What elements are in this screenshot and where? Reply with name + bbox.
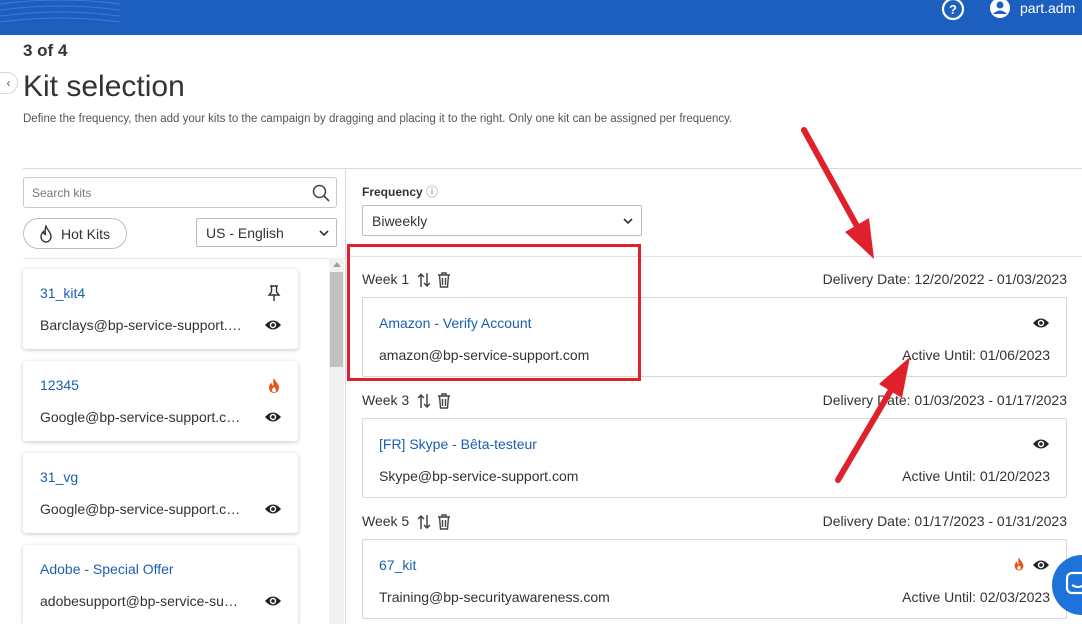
kit-card[interactable]: Adobe - Special Offer adobesupport@bp-se… — [23, 545, 298, 624]
frequency-label-text: Frequency — [362, 185, 423, 199]
assigned-kit-card[interactable]: [FR] Skype - Bêta-testeur Skype@bp-servi… — [362, 418, 1067, 498]
kit-email: adobesupport@bp-service-support.com — [40, 593, 245, 609]
search-kits-field[interactable]: Search kits — [23, 177, 337, 208]
panel-divider — [345, 169, 346, 624]
chevron-down-icon — [623, 218, 633, 225]
active-until: Active Until: 02/03/2023 — [902, 589, 1050, 605]
frequency-label: Frequency ⓘ — [362, 183, 438, 200]
chevron-down-icon — [319, 230, 329, 237]
language-selected: US - English — [206, 225, 284, 241]
active-until: Active Until: 01/20/2023 — [902, 468, 1050, 484]
eye-icon[interactable] — [1032, 316, 1050, 330]
frequency-select[interactable]: Biweekly — [362, 205, 642, 236]
kit-card[interactable]: 31_kit4 Barclays@bp-service-support.com — [23, 269, 298, 349]
page-description: Define the frequency, then add your kits… — [23, 113, 733, 125]
info-icon[interactable]: ⓘ — [426, 185, 438, 199]
header-decoration — [0, 0, 120, 23]
collapse-sidebar-button[interactable]: ‹ — [0, 72, 18, 94]
trash-icon[interactable] — [437, 514, 451, 530]
kit-name[interactable]: Adobe - Special Offer — [40, 561, 174, 577]
search-placeholder: Search kits — [32, 186, 92, 200]
eye-icon[interactable] — [1032, 437, 1050, 451]
week-header: Week 3 — [362, 392, 450, 409]
hot-kits-button[interactable]: Hot Kits — [23, 218, 127, 249]
active-until: Active Until: 01/06/2023 — [902, 347, 1050, 363]
help-circle-icon[interactable]: ? — [941, 0, 965, 24]
highlight-box — [347, 244, 641, 381]
week-header: Week 5 — [362, 513, 450, 530]
kit-name[interactable]: 31_vg — [40, 469, 78, 485]
kit-email: Google@bp-service-support.com — [40, 409, 245, 425]
kit-email: Training@bp-securityawareness.com — [379, 589, 610, 605]
kit-email: Google@bp-service-support.com — [40, 501, 245, 517]
scroll-up-arrow-icon[interactable] — [333, 262, 341, 267]
kit-card[interactable]: 12345 Google@bp-service-support.com — [23, 361, 298, 441]
eye-icon[interactable] — [264, 410, 282, 424]
eye-icon[interactable] — [264, 502, 282, 516]
week-label: Week 3 — [362, 392, 410, 408]
delivery-date: Delivery Date: 01/17/2023 - 01/31/2023 — [822, 513, 1067, 529]
step-indicator: 3 of 4 — [23, 41, 68, 60]
pin-icon[interactable] — [266, 284, 282, 302]
kit-email: Barclays@bp-service-support.com — [40, 317, 245, 333]
language-select[interactable]: US - English — [196, 218, 337, 247]
delivery-date: Delivery Date: 12/20/2022 - 01/03/2023 — [822, 271, 1067, 287]
kit-name[interactable]: 67_kit — [379, 557, 416, 573]
frequency-selected: Biweekly — [372, 213, 428, 229]
page-title: Kit selection — [23, 70, 185, 103]
kit-name[interactable]: 31_kit4 — [40, 285, 85, 301]
chat-icon — [1065, 571, 1082, 595]
annotation-arrow — [801, 127, 874, 259]
kit-name[interactable]: [FR] Skype - Bêta-testeur — [379, 436, 537, 452]
delivery-date: Delivery Date: 01/03/2023 - 01/17/2023 — [822, 392, 1067, 408]
scrollbar-thumb[interactable] — [330, 272, 343, 367]
fire-icon — [1014, 557, 1024, 571]
kit-email: Skype@bp-service-support.com — [379, 468, 579, 484]
top-bar: ? part.adm — [0, 0, 1082, 35]
week-label: Week 5 — [362, 513, 410, 529]
kit-card[interactable]: 31_vg Google@bp-service-support.com — [23, 453, 298, 533]
trash-icon[interactable] — [437, 393, 451, 409]
kit-name[interactable]: 12345 — [40, 377, 79, 393]
assigned-kit-card[interactable]: 67_kit Training@bp-securityawareness.com… — [362, 539, 1067, 619]
svg-text:?: ? — [949, 2, 957, 17]
eye-icon[interactable] — [264, 318, 282, 332]
divider — [23, 168, 1082, 169]
sort-icon[interactable] — [417, 514, 431, 530]
eye-icon[interactable] — [264, 594, 282, 608]
user-account-icon[interactable] — [988, 0, 1012, 24]
fire-icon — [269, 378, 279, 393]
eye-icon[interactable] — [1032, 558, 1050, 572]
chevron-left-icon: ‹ — [6, 76, 11, 90]
fire-icon — [40, 225, 52, 243]
search-icon[interactable] — [312, 184, 330, 202]
username-label[interactable]: part.adm — [1020, 0, 1075, 16]
sort-icon[interactable] — [417, 393, 431, 409]
hot-kits-label: Hot Kits — [61, 226, 111, 242]
